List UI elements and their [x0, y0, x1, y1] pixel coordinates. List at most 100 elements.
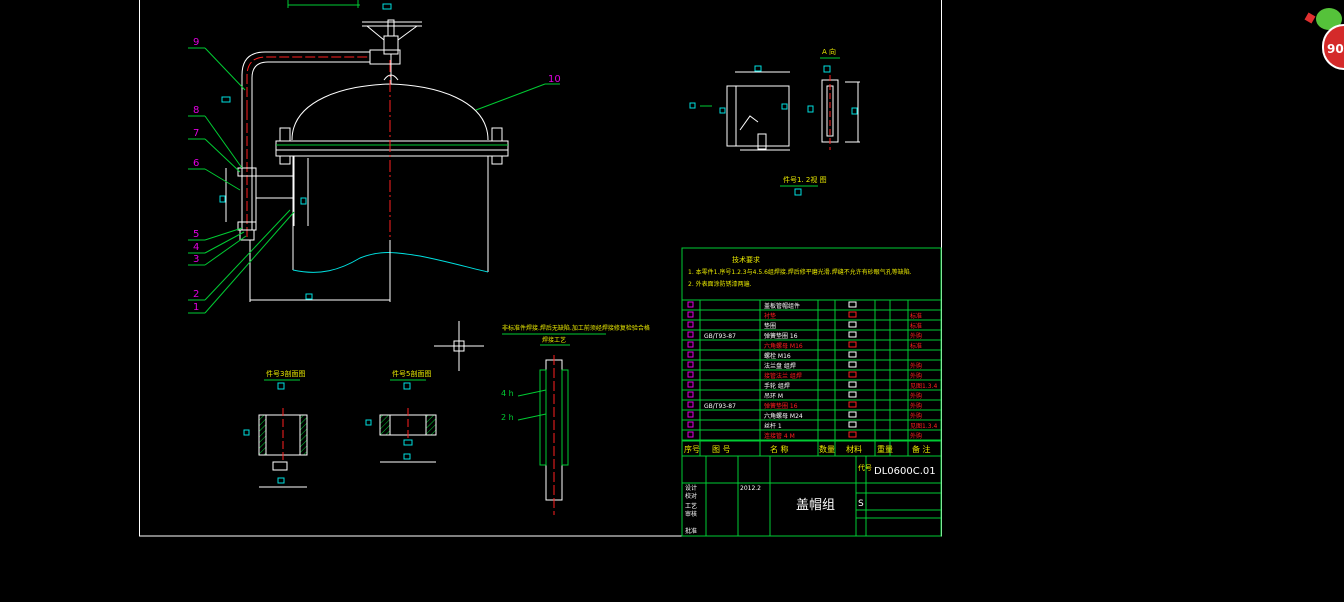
row-label-1: 设计 — [685, 484, 697, 492]
bom-material-marker — [848, 341, 857, 348]
part-number-6: 6 — [193, 158, 199, 169]
bom-name: 弹簧垫圈 16 — [764, 332, 798, 340]
view-a: A 向 — [807, 47, 860, 150]
bom-name: 吊环 M — [764, 393, 783, 400]
note-1: 1. 本零件1.序号1.2.3与4.5.6组焊接.焊后修平磨光滑.焊缝不允许有砂… — [688, 268, 912, 276]
bom-material-marker — [848, 351, 857, 358]
badge-count: 90 — [1327, 42, 1344, 56]
section-view-5: 件号5剖面图 — [365, 369, 437, 463]
bom-remark: 见图1.3.4 — [910, 383, 937, 390]
bom-name: 盖板管帽组件 — [764, 302, 800, 310]
bom-material-marker — [848, 311, 857, 318]
bom-code: GB/T93-87 — [704, 333, 736, 340]
weld-detail-view: 非标准件焊接.焊后无缺陷.加工前须经焊接修复检验合格 焊接工艺 4 h 2 h — [501, 324, 650, 515]
bom-name: 螺栓 M16 — [764, 352, 791, 360]
header-mat: 材料 — [846, 444, 862, 454]
bom-seq-marker — [687, 421, 694, 428]
bom-seq-marker — [687, 341, 694, 348]
bom-seq-marker — [687, 331, 694, 338]
bom-name: 弹簧垫圈 16 — [764, 402, 798, 410]
section-5-title: 件号5剖面图 — [392, 369, 431, 378]
bom-material-marker — [848, 411, 857, 418]
bom-name: 垫圈 — [764, 322, 776, 330]
header-name: 名 称 — [770, 444, 789, 454]
bom-seq-marker — [687, 391, 694, 398]
part-number-7: 7 — [193, 128, 199, 139]
part-number-2: 2 — [193, 289, 199, 300]
bom-seq-marker — [687, 361, 694, 368]
drawing-code: DL0600C.01 — [874, 466, 936, 477]
bom-seq-marker — [687, 381, 694, 388]
bom-material-marker — [848, 321, 857, 328]
header-remark: 备 注 — [912, 444, 931, 454]
part-number-9: 9 — [193, 37, 199, 48]
bom-name: 六角螺母 M24 — [764, 412, 803, 420]
bom-material-marker — [848, 431, 857, 438]
bom-remark: 外购 — [910, 392, 922, 400]
part-number-4: 4 — [193, 242, 199, 253]
bom-name: 连接管 4 M — [764, 432, 795, 440]
bom-seq-marker — [687, 301, 694, 308]
bom-material-marker — [848, 301, 857, 308]
bom-name: 手轮 组焊 — [764, 382, 790, 390]
bom-remark: 见图1.3.4 — [910, 423, 937, 430]
bom-seq-marker — [687, 401, 694, 408]
part-leaders — [188, 47, 560, 314]
bom-remark: 标准 — [910, 322, 922, 330]
bom-remark: 外购 — [910, 372, 922, 380]
bom-remark: 外购 — [910, 402, 922, 410]
header-qty: 数量 — [819, 444, 835, 454]
title-block — [681, 247, 942, 537]
part-1-2-view: 件号1. 2视 图 — [689, 65, 827, 196]
part-number-1: 1 — [193, 302, 199, 313]
bom-row-lines — [682, 309, 941, 441]
bom-seq-marker — [687, 431, 694, 438]
row-label-2: 校对 — [685, 492, 697, 500]
bom-material-marker — [848, 381, 857, 388]
part-number-10: 10 — [548, 74, 561, 85]
bom-remark: 外购 — [910, 432, 922, 440]
weld-note: 非标准件焊接.焊后无缺陷.加工前须经焊接修复检验合格 — [502, 324, 650, 332]
row-label-5: 批准 — [685, 527, 697, 535]
main-assembly-view — [219, 0, 509, 302]
section-3-title: 件号3剖面图 — [266, 369, 305, 378]
bom-seq-marker — [687, 311, 694, 318]
bom-seq-marker — [687, 411, 694, 418]
bom-remark: 外购 — [910, 412, 922, 420]
bom-name: 接管法兰 组焊 — [764, 372, 802, 380]
bom-name: 丝杆 1 — [764, 422, 782, 430]
row-label-4: 审核 — [685, 510, 697, 518]
bom-seq-marker — [687, 371, 694, 378]
header-seq: 序号 — [684, 444, 700, 454]
note-2: 2. 外表面涂防锈漆两遍. — [688, 280, 752, 288]
bom-material-marker — [848, 331, 857, 338]
section-view-3: 件号3剖面图 — [243, 369, 308, 488]
notes-title: 技术要求 — [732, 255, 760, 264]
view-b-title: 件号1. 2视 图 — [783, 175, 827, 184]
weld-a-label: 4 h — [501, 389, 514, 398]
part-number-5: 5 — [193, 229, 199, 240]
header-code: 图 号 — [712, 445, 731, 454]
code-label: 代号 — [858, 463, 872, 472]
part-number-8: 8 — [193, 105, 199, 116]
row-label-3: 工艺 — [685, 502, 697, 510]
header-weight: 重量 — [877, 444, 893, 454]
bom-material-marker — [848, 391, 857, 398]
bom-code: GB/T93-87 — [704, 403, 736, 410]
bom-remark: 外购 — [910, 362, 922, 370]
bom-table: 盖板管帽组件衬垫 标准垫圈 标准GB/T93-87 弹簧垫圈 16 外购六角螺母 M16… — [687, 301, 937, 440]
cad-drawing-canvas[interactable]: 9 8 7 6 5 4 3 2 1 10 件号3剖面图 件号5剖面图 非标准件焊… — [0, 0, 1344, 602]
drawing-title: 盖帽组 — [796, 497, 835, 513]
bom-material-marker — [848, 371, 857, 378]
bom-material-marker — [848, 421, 857, 428]
date-text: 2012.2 — [740, 485, 761, 492]
view-a-title: A 向 — [822, 47, 836, 56]
bom-material-marker — [848, 361, 857, 368]
part-number-labels: 9 8 7 6 5 4 3 2 1 10 — [193, 37, 561, 313]
weld-b-label: 2 h — [501, 413, 514, 422]
weld-sub: 焊接工艺 — [542, 336, 566, 344]
bom-name: 法兰盘 组焊 — [764, 362, 796, 370]
bom-material-marker — [848, 401, 857, 408]
cad-crosshair-cursor — [434, 321, 484, 371]
bom-seq-marker — [687, 321, 694, 328]
